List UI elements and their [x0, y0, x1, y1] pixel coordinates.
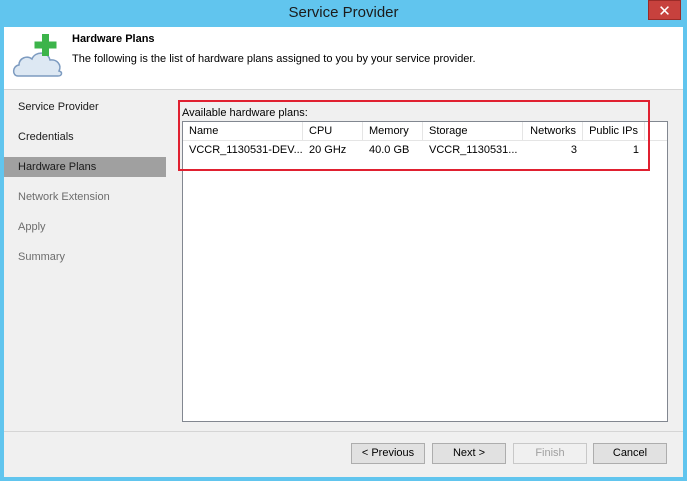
wizard-body: Hardware Plans The following is the list…: [4, 27, 683, 477]
close-button[interactable]: ✕: [648, 0, 681, 20]
step-summary: Summary: [18, 251, 66, 263]
wizard-steps: Service Provider Credentials Hardware Pl…: [4, 97, 166, 277]
title-bar[interactable]: Service Provider ✕: [0, 0, 687, 27]
cloud-plus-icon: [12, 34, 63, 77]
wizard-header: Hardware Plans The following is the list…: [4, 27, 683, 90]
step-network-extension: Network Extension: [18, 191, 110, 203]
cancel-button[interactable]: Cancel: [593, 443, 667, 464]
next-button[interactable]: Next >: [432, 443, 506, 464]
page-description: The following is the list of hardware pl…: [72, 53, 476, 65]
previous-button[interactable]: < Previous: [351, 443, 425, 464]
finish-button: Finish: [513, 443, 587, 464]
step-service-provider[interactable]: Service Provider: [4, 97, 166, 117]
wizard-window: Service Provider ✕ Hardware Plans The fo…: [0, 0, 687, 481]
footer-divider: [4, 431, 683, 432]
window-title: Service Provider: [288, 4, 399, 21]
highlight-box: [178, 100, 650, 171]
step-hardware-plans[interactable]: Hardware Plans: [4, 157, 166, 177]
step-apply: Apply: [18, 221, 46, 233]
step-credentials[interactable]: Credentials: [4, 127, 166, 147]
page-title: Hardware Plans: [72, 33, 155, 45]
close-icon: ✕: [658, 3, 671, 20]
